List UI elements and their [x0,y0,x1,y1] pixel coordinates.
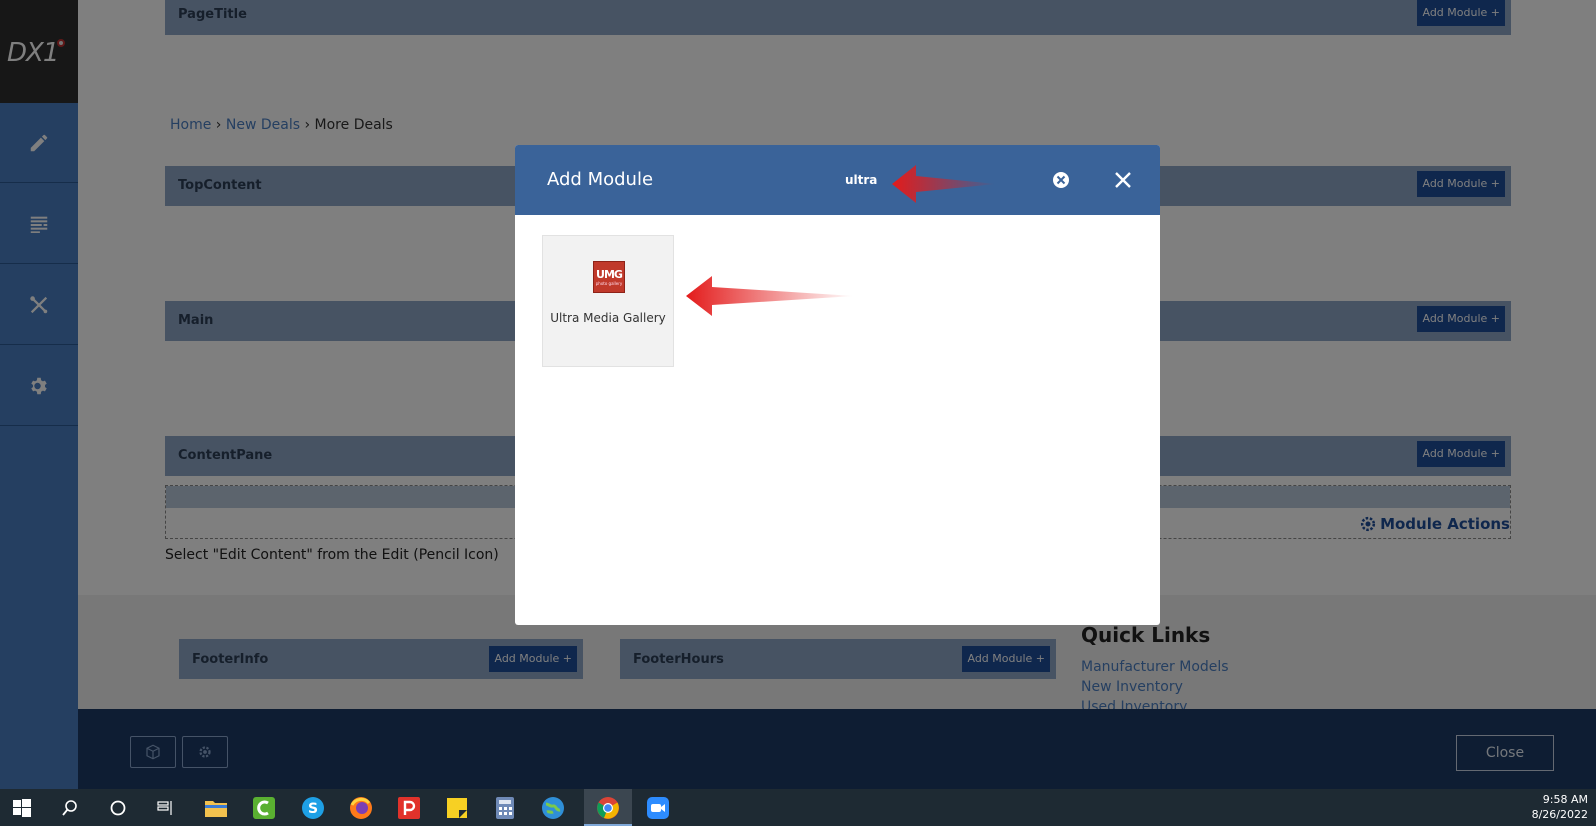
task-view-icon [157,801,172,815]
taskbar-search-button[interactable] [55,793,85,823]
system-clock[interactable]: 9:58 AM 8/26/2022 [1532,792,1588,822]
module-name: Ultra Media Gallery [550,311,666,325]
cortana-icon [110,800,126,816]
dialog-title: Add Module [547,169,654,190]
svg-text:S: S [308,801,318,817]
firefox-icon [350,797,372,819]
skype-button[interactable]: S [298,793,328,823]
earth-app-button[interactable] [538,793,568,823]
module-icon-subtext: photo gallery [595,280,623,286]
module-icon-text: UMG [596,267,623,281]
search-icon [62,800,77,816]
chrome-icon [597,797,619,819]
sticky-notes-button[interactable] [442,793,472,823]
firefox-button[interactable] [346,793,376,823]
module-result-card[interactable]: UMG photo gallery Ultra Media Gallery [542,235,674,367]
windows-taskbar: S 9:58 AM 8/26/2022 [0,789,1596,826]
start-icon [13,799,31,817]
add-module-dialog: Add Module UMG photo gallery Ultra Media… [515,145,1160,625]
task-view-button[interactable] [150,793,180,823]
calculator-icon [496,797,514,819]
annotation-arrow-search [892,165,996,203]
sticky-notes-icon [447,798,467,818]
skype-icon: S [302,797,324,819]
close-icon[interactable] [1112,169,1134,191]
cortana-button[interactable] [103,793,133,823]
zoom-icon [647,797,669,819]
clock-time: 9:58 AM [1542,793,1588,806]
chrome-button[interactable] [593,793,623,823]
camtasia-button[interactable] [249,793,279,823]
dialog-header: Add Module [515,145,1160,215]
pocketcasts-button[interactable] [394,793,424,823]
file-explorer-button[interactable] [201,793,231,823]
camtasia-icon [253,797,275,819]
pocketcasts-icon [398,797,420,819]
file-explorer-icon [205,801,227,817]
clock-date: 8/26/2022 [1531,808,1588,821]
start-button[interactable] [7,793,37,823]
ultra-media-gallery-icon: UMG photo gallery [593,261,625,293]
zoom-button[interactable] [643,793,673,823]
earth-icon [542,797,564,819]
calculator-button[interactable] [490,793,520,823]
annotation-arrow-result [686,276,854,316]
clear-search-icon[interactable] [1051,170,1071,190]
